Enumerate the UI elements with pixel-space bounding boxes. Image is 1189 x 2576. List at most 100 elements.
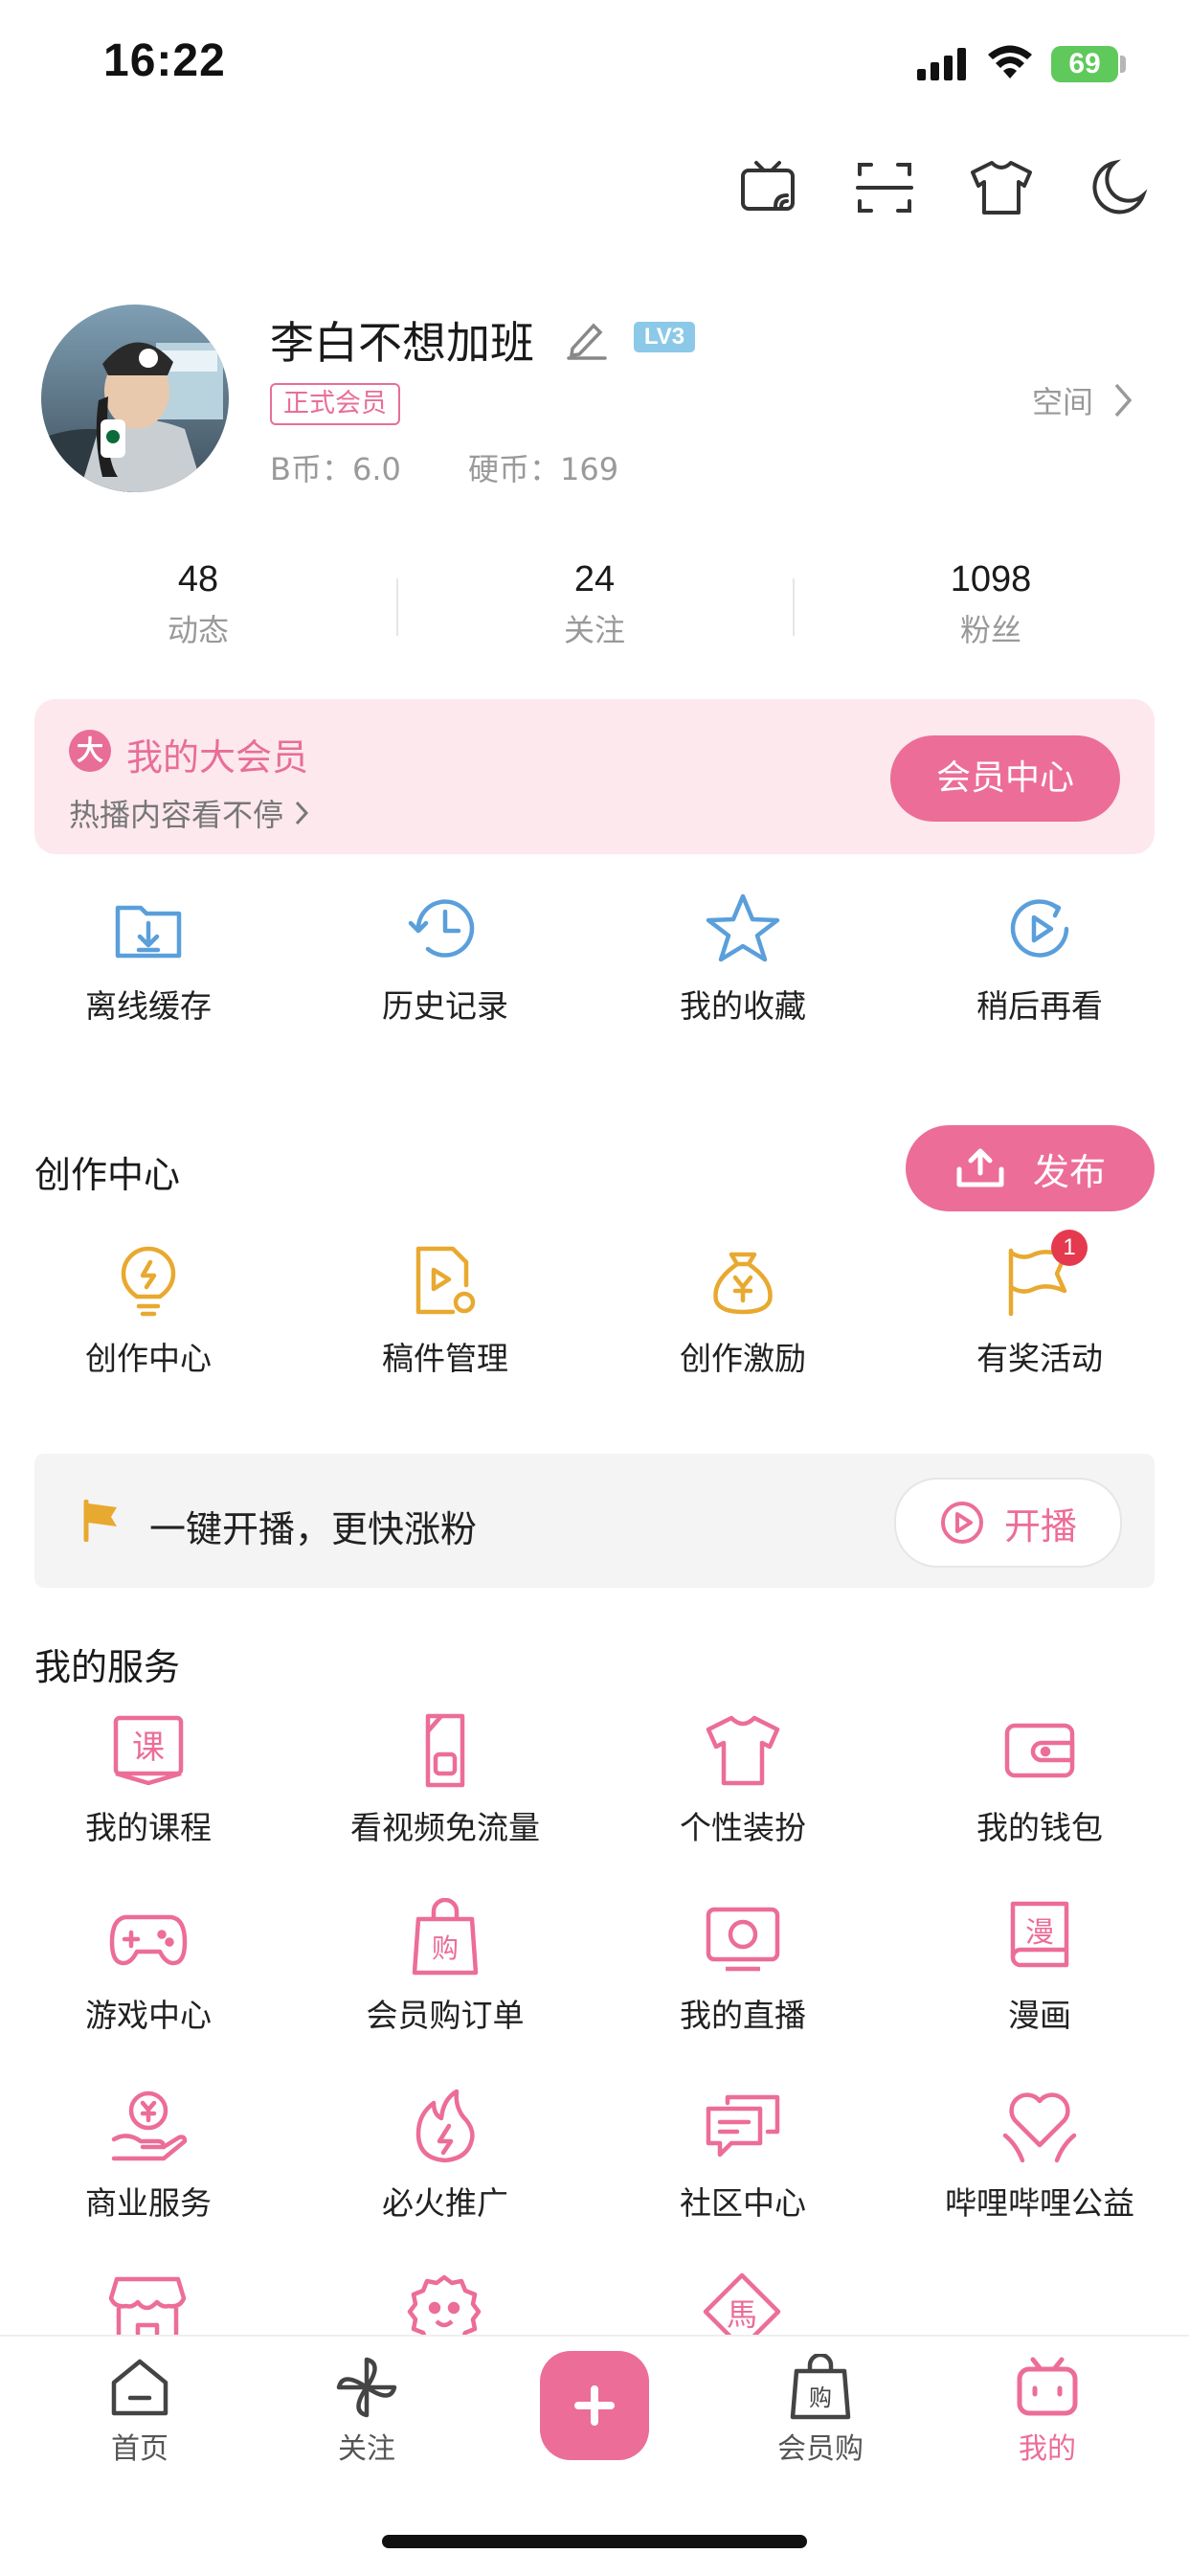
stat-fans[interactable]: 1098 粉丝	[793, 559, 1189, 650]
service-label: 漫画	[1008, 1997, 1071, 2034]
business-hand-icon	[108, 2086, 189, 2166]
go-live-label: 开播	[1003, 1504, 1077, 1548]
avatar[interactable]	[41, 305, 229, 492]
tool-offline-cache[interactable]: 离线缓存	[0, 891, 297, 1027]
service-game-center[interactable]: 游戏中心	[0, 1898, 297, 2036]
gamepad-icon	[108, 1898, 189, 1978]
service-community[interactable]: 社区中心	[594, 2086, 891, 2224]
publish-button[interactable]: 发布	[906, 1125, 1155, 1211]
notification-badge: 1	[1051, 1230, 1088, 1266]
play-circle-icon	[940, 1502, 983, 1544]
tshirt-icon[interactable]	[969, 157, 1034, 218]
service-promotion[interactable]: 必火推广	[297, 2086, 594, 2224]
manuscript-icon	[407, 1243, 483, 1320]
chevron-right-icon	[295, 801, 309, 825]
tshirt-icon	[703, 1710, 783, 1791]
upload-icon	[956, 1148, 1004, 1187]
tab-label: 会员购	[777, 2432, 864, 2466]
scan-icon[interactable]	[854, 157, 915, 218]
service-business[interactable]: 商业服务	[0, 2086, 297, 2224]
home-icon	[106, 2354, 173, 2421]
cast-tv-icon[interactable]	[737, 157, 798, 218]
svg-text:课: 课	[132, 1729, 165, 1767]
service-label: 我的钱包	[976, 1809, 1103, 1846]
sim-card-icon	[405, 1710, 485, 1791]
tab-label: 关注	[338, 2432, 395, 2466]
chevron-right-icon	[1114, 383, 1133, 418]
download-folder-icon	[110, 891, 187, 967]
service-costume[interactable]: 个性装扮	[594, 1710, 891, 1848]
tab-mine[interactable]: 我的	[952, 2354, 1143, 2467]
service-label: 必火推广	[382, 2184, 508, 2222]
badge-count: 1	[1063, 1234, 1076, 1260]
watch-later-icon	[1001, 891, 1078, 967]
stat-dynamics[interactable]: 48 动态	[0, 559, 396, 650]
svg-text:漫: 漫	[1025, 1916, 1054, 1950]
tab-shop[interactable]: 购 会员购	[725, 2354, 916, 2467]
vip-center-button[interactable]: 会员中心	[890, 735, 1120, 822]
space-link[interactable]: 空间	[1032, 378, 1135, 422]
service-label: 我的课程	[85, 1809, 212, 1846]
star-icon	[705, 891, 781, 967]
stat-following[interactable]: 24 关注	[396, 559, 793, 650]
tool-favorites[interactable]: 我的收藏	[594, 891, 891, 1027]
stat-value: 24	[573, 559, 616, 599]
service-charity[interactable]: 哔哩哔哩公益	[891, 2086, 1188, 2224]
manuscript-item[interactable]: 稿件管理	[297, 1243, 594, 1379]
shopping-bag-icon: 购	[787, 2354, 854, 2421]
wifi-icon	[986, 44, 1034, 80]
tool-label: 有奖活动	[976, 1340, 1103, 1377]
level-text: LV3	[643, 324, 685, 350]
coin-info: B币：6.0 硬币：169	[270, 445, 710, 489]
coin-value: 硬币：169	[468, 451, 619, 487]
history-icon	[407, 891, 483, 967]
stat-value: 1098	[950, 559, 1032, 599]
tool-label: 创作激励	[680, 1340, 806, 1377]
service-wallet[interactable]: 我的钱包	[891, 1710, 1188, 1848]
service-label: 社区中心	[680, 2184, 806, 2222]
service-label: 哔哩哔哩公益	[945, 2184, 1134, 2222]
service-label: 商业服务	[85, 2184, 212, 2222]
svg-text:购: 购	[809, 2384, 832, 2411]
edit-icon[interactable]	[565, 316, 609, 360]
live-flag-icon	[82, 1500, 121, 1542]
service-comic[interactable]: 漫 漫画	[891, 1898, 1188, 2036]
service-my-courses[interactable]: 课 我的课程	[0, 1710, 297, 1848]
vip-icon-char: 大	[76, 734, 103, 766]
go-live-button[interactable]: 开播	[894, 1478, 1122, 1568]
wallet-icon	[999, 1710, 1080, 1791]
create-post-button[interactable]	[540, 2351, 649, 2460]
tab-label: 首页	[111, 2432, 168, 2466]
vip-title: 我的大会员	[126, 736, 309, 779]
vip-subtitle-text: 热播内容看不停	[69, 797, 284, 833]
comic-icon: 漫	[999, 1898, 1080, 1978]
service-label: 游戏中心	[85, 1997, 212, 2034]
service-label: 会员购订单	[366, 1997, 525, 2034]
vip-icon: 大	[69, 730, 111, 772]
svg-text:购: 购	[432, 1932, 459, 1964]
creation-section-title: 创作中心	[34, 1154, 181, 1196]
stat-value: 48	[177, 559, 219, 599]
service-free-data[interactable]: 看视频免流量	[297, 1710, 594, 1848]
services-section-title: 我的服务	[34, 1646, 181, 1688]
tool-watch-later[interactable]: 稍后再看	[891, 891, 1188, 1027]
svg-text:馬: 馬	[727, 2296, 757, 2333]
tool-label: 稿件管理	[382, 1340, 508, 1377]
service-label: 个性装扮	[680, 1809, 806, 1846]
service-label: 看视频免流量	[350, 1809, 540, 1846]
tool-history[interactable]: 历史记录	[297, 891, 594, 1027]
tab-following[interactable]: 关注	[271, 2354, 462, 2467]
creation-center-item[interactable]: 创作中心	[0, 1243, 297, 1379]
stat-label: 关注	[563, 612, 625, 648]
course-icon: 课	[108, 1710, 189, 1791]
creation-incentive-item[interactable]: 创作激励	[594, 1243, 891, 1379]
tool-label: 稍后再看	[976, 987, 1103, 1025]
night-mode-icon[interactable]	[1088, 157, 1149, 218]
service-label: 我的直播	[680, 1997, 806, 2034]
service-my-live[interactable]: 我的直播	[594, 1898, 891, 2036]
tab-home[interactable]: 首页	[44, 2354, 236, 2467]
publish-label: 发布	[1032, 1150, 1106, 1193]
reward-activity-item[interactable]: 1 有奖活动	[891, 1230, 1188, 1379]
service-orders[interactable]: 购 会员购订单	[297, 1898, 594, 2036]
vip-subtitle[interactable]: 热播内容看不停	[69, 791, 310, 835]
